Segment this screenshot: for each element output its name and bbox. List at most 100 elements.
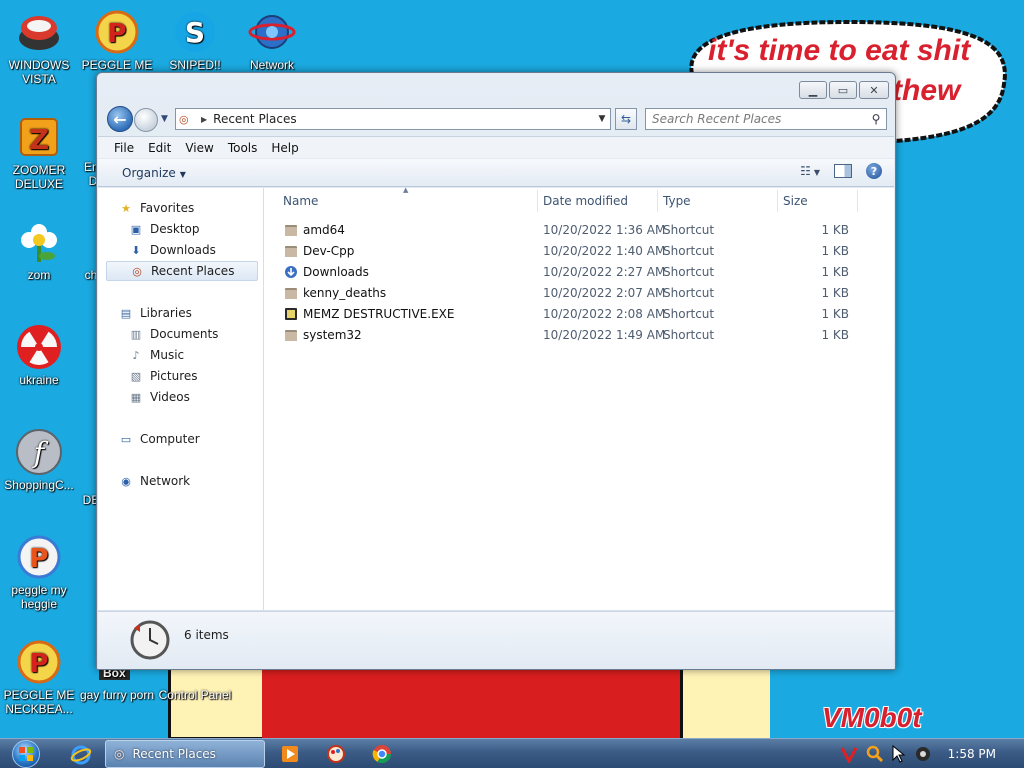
desktop-icon-zom[interactable]: zom — [1, 218, 77, 282]
peggle-icon: P — [15, 533, 63, 581]
search-tray-icon[interactable] — [866, 745, 884, 763]
desktop-icon-ukraine[interactable]: ukraine — [1, 323, 77, 387]
file-row[interactable]: system32 10/20/2022 1:49 AM Shortcut 1 K… — [265, 324, 894, 345]
nav-favorites[interactable]: ★ Favorites — [118, 198, 194, 218]
nav-recent-places[interactable]: ◎ Recent Places — [106, 261, 258, 281]
file-type: Shortcut — [663, 285, 715, 300]
minimize-icon: ▁ — [808, 83, 818, 97]
file-row[interactable]: Downloads 10/20/2022 2:27 AM Shortcut 1 … — [265, 261, 894, 282]
desktop-icon-label: Control Panel — [158, 688, 232, 702]
antivirus-tray-icon[interactable] — [840, 745, 858, 765]
details-pane: 6 items — [98, 611, 894, 669]
address-dropdown-icon[interactable]: ▼ — [594, 114, 610, 124]
nav-documents[interactable]: ▥ Documents — [128, 324, 219, 344]
nav-desktop[interactable]: ▣ Desktop — [128, 219, 200, 239]
address-bar[interactable]: ◎ ▶ Recent Places ▼ — [175, 108, 611, 130]
search-box[interactable]: ⚲ — [645, 108, 887, 130]
column-header-type[interactable]: Type — [663, 194, 691, 208]
caption-buttons: ▁ ▭ ✕ — [799, 81, 889, 99]
internet-explorer-icon[interactable] — [70, 744, 92, 766]
folder-shortcut-icon — [283, 243, 299, 259]
speech-text-line1: it's time to eat shit — [708, 34, 971, 67]
volume-tray-icon[interactable] — [914, 745, 932, 763]
start-button[interactable] — [8, 739, 44, 768]
refresh-button[interactable]: ⇆ — [615, 108, 637, 130]
address-path[interactable]: Recent Places — [213, 112, 594, 126]
nav-pictures[interactable]: ▧ Pictures — [128, 366, 198, 386]
column-header-name[interactable]: Name — [283, 194, 318, 208]
item-count: 6 items — [184, 628, 229, 642]
refresh-icon: ⇆ — [620, 112, 632, 126]
search-input[interactable] — [646, 110, 866, 128]
desktop-icon-network[interactable]: Network — [234, 8, 310, 72]
nav-music[interactable]: ♪ Music — [128, 345, 184, 365]
file-date: 10/20/2022 2:27 AM — [543, 264, 666, 279]
file-size: 1 KB — [821, 222, 849, 237]
search-icon[interactable]: ⚲ — [866, 112, 886, 126]
back-button[interactable]: ← — [107, 106, 133, 132]
desktop-icon-label: peggle my heggie — [11, 583, 67, 611]
taskbar-item-recent-places[interactable]: ◎ Recent Places — [105, 740, 265, 768]
change-view-button[interactable]: ☷ ▼ — [800, 164, 820, 178]
desktop-icon-label: PEGGLE ME NECKBEA... — [3, 688, 75, 716]
desktop-icon-shopping[interactable]: f ShoppingC... — [1, 428, 77, 492]
column-divider[interactable] — [537, 190, 538, 212]
menu-edit[interactable]: Edit — [142, 141, 177, 155]
desktop-icon-zoomer-deluxe[interactable]: Z ZOOMER DELUXE — [1, 113, 77, 191]
file-row[interactable]: amd64 10/20/2022 1:36 AM Shortcut 1 KB — [265, 219, 894, 240]
help-button[interactable]: ? — [866, 163, 882, 179]
menu-view[interactable]: View — [179, 141, 219, 155]
minimize-button[interactable]: ▁ — [799, 81, 827, 99]
desktop-icon-label: zom — [27, 268, 51, 282]
mouse-cursor-icon — [890, 744, 908, 763]
paint-icon[interactable] — [326, 744, 346, 764]
nav-label: Music — [150, 348, 185, 362]
menu-tools[interactable]: Tools — [222, 141, 264, 155]
column-divider[interactable] — [857, 190, 858, 212]
column-header-date[interactable]: Date modified — [543, 194, 628, 208]
nav-computer[interactable]: ▭ Computer — [118, 429, 200, 449]
breadcrumb-separator-icon[interactable]: ▶ — [201, 115, 207, 124]
recent-places-clock-icon — [128, 618, 172, 662]
file-name: kenny_deaths — [303, 285, 387, 300]
desktop-icon-peggle-neckbeard[interactable]: P PEGGLE ME NECKBEA... — [1, 638, 77, 716]
recent-pages-dropdown[interactable]: ▼ — [161, 114, 168, 124]
content-area: ★ Favorites ▣ Desktop ⬇ Downloads ◎ Rece… — [98, 186, 894, 610]
preview-pane-button[interactable] — [834, 164, 852, 178]
column-divider[interactable] — [657, 190, 658, 212]
forward-button[interactable] — [134, 108, 158, 132]
media-player-icon[interactable] — [280, 744, 300, 764]
zoomer-icon: Z — [15, 113, 63, 161]
windows-logo-icon — [12, 740, 40, 768]
file-row[interactable]: Dev-Cpp 10/20/2022 1:40 AM Shortcut 1 KB — [265, 240, 894, 261]
speech-text-line2: thew — [892, 74, 961, 107]
network-globe-icon — [248, 8, 296, 56]
close-button[interactable]: ✕ — [859, 81, 889, 99]
column-header-size[interactable]: Size — [783, 194, 808, 208]
file-row[interactable]: MEMZ DESTRUCTIVE.EXE 10/20/2022 2:08 AM … — [265, 303, 894, 324]
nav-downloads[interactable]: ⬇ Downloads — [128, 240, 216, 260]
menu-help[interactable]: Help — [265, 141, 304, 155]
menu-file[interactable]: File — [108, 141, 140, 155]
videos-icon: ▦ — [130, 390, 142, 404]
file-type: Shortcut — [663, 243, 715, 258]
column-divider[interactable] — [777, 190, 778, 212]
recent-places-icon: ◎ — [114, 747, 125, 761]
organize-button[interactable]: Organize ▼ — [122, 166, 186, 180]
desktop-icon-peggle-my-heggie[interactable]: P peggle my heggie — [1, 533, 77, 611]
network-icon: ◉ — [121, 474, 131, 488]
peggle-icon: P — [15, 638, 63, 686]
nav-libraries[interactable]: ▤ Libraries — [118, 303, 192, 323]
navigation-pane: ★ Favorites ▣ Desktop ⬇ Downloads ◎ Rece… — [98, 188, 264, 610]
taskbar-clock[interactable]: 1:58 PM — [948, 747, 996, 761]
nav-network[interactable]: ◉ Network — [118, 471, 190, 491]
nav-videos[interactable]: ▦ Videos — [128, 387, 190, 407]
maximize-button[interactable]: ▭ — [829, 81, 857, 99]
organize-label: Organize — [122, 165, 176, 180]
exe-icon — [283, 306, 299, 322]
desktop-icon-label: ukraine — [19, 373, 59, 387]
file-row[interactable]: kenny_deaths 10/20/2022 2:07 AM Shortcut… — [265, 282, 894, 303]
file-name: system32 — [303, 327, 362, 342]
desktop-icon-windows-vista[interactable]: WINDOWS VISTA — [1, 8, 77, 86]
chrome-icon[interactable] — [372, 744, 392, 764]
